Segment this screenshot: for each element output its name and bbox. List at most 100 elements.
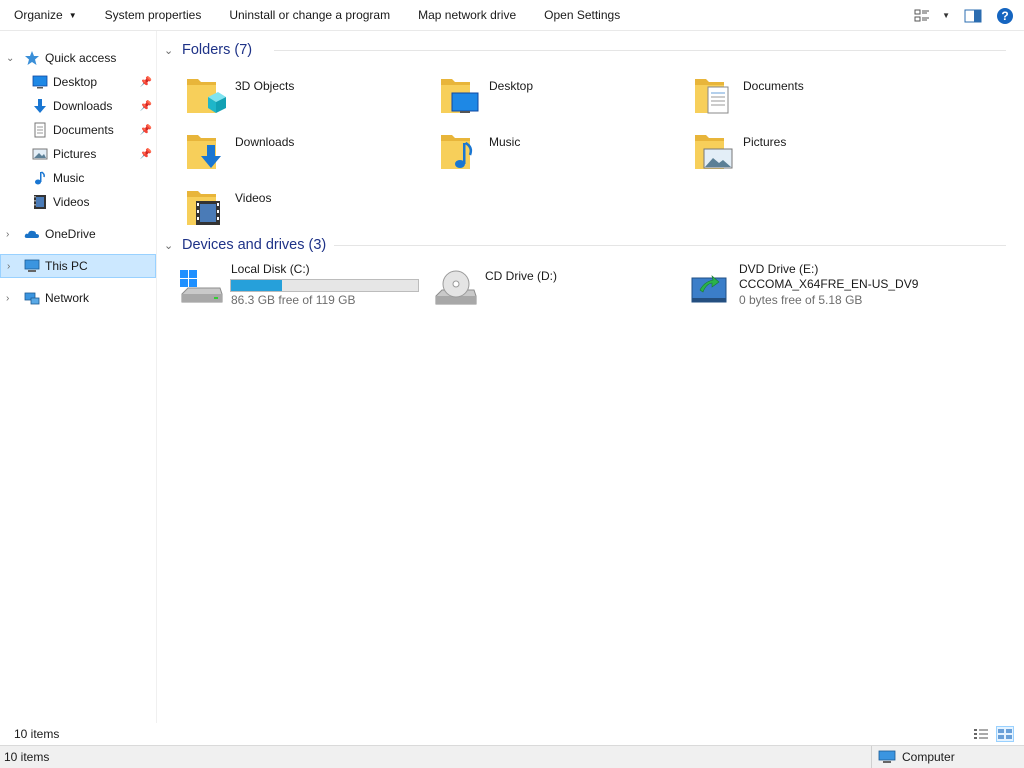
folders-group-title: Folders (7) <box>182 42 253 58</box>
chevron-right-icon[interactable]: › <box>6 229 16 240</box>
chevron-down-icon[interactable]: ⌄ <box>164 239 180 252</box>
nav-label-quick-access: Quick access <box>45 51 117 65</box>
nav-label-documents: Documents <box>53 123 114 137</box>
system-properties-button[interactable]: System properties <box>91 0 216 31</box>
folder-label: Documents <box>743 79 804 93</box>
pin-icon[interactable]: 📌 <box>140 125 152 136</box>
videos-icon <box>34 195 46 209</box>
drive-name: CD Drive (D:) <box>485 269 557 283</box>
nav-item-desktop[interactable]: Desktop 📌 <box>0 70 156 94</box>
tiles-view-icon <box>998 729 1012 739</box>
window-status-bar: 10 items Computer <box>0 745 1024 768</box>
item-count: 10 items <box>14 727 60 741</box>
nav-network[interactable]: › Network <box>0 286 156 310</box>
local-disk-icon <box>180 270 223 303</box>
folder-tile-downloads[interactable]: Downloads <box>164 125 414 177</box>
nav-label-pictures: Pictures <box>53 147 97 161</box>
nav-label-network: Network <box>45 291 90 305</box>
folder-label: Pictures <box>743 135 787 149</box>
open-settings-button[interactable]: Open Settings <box>530 0 634 31</box>
chevron-down-icon[interactable]: ⌄ <box>6 53 16 64</box>
change-view-button[interactable]: ▼ <box>914 9 950 23</box>
organize-label: Organize <box>14 8 63 22</box>
folder-3d-objects-icon <box>187 79 226 113</box>
folder-tile-videos[interactable]: Videos <box>164 181 414 233</box>
nav-quick-access[interactable]: ⌄ Quick access <box>0 46 156 70</box>
nav-onedrive[interactable]: › OneDrive <box>0 222 156 246</box>
system-properties-label: System properties <box>104 8 202 22</box>
downloads-icon <box>34 99 46 113</box>
nav-item-videos[interactable]: Videos <box>0 190 156 214</box>
nav-label-videos: Videos <box>53 195 90 209</box>
folder-tile-music[interactable]: Music <box>418 125 668 177</box>
drive-name: DVD Drive (E:) <box>739 262 819 276</box>
details-view-icon <box>974 729 988 739</box>
this-pc-icon <box>24 259 40 272</box>
folders-group-header[interactable]: ⌄ Folders (7) <box>164 39 1014 61</box>
nav-item-pictures[interactable]: Pictures 📌 <box>0 142 156 166</box>
nav-item-music[interactable]: Music <box>0 166 156 190</box>
drive-volume-label: CCCOMA_X64FRE_EN-US_DV9 <box>739 277 919 291</box>
chevron-down-icon: ▼ <box>68 10 77 20</box>
star-icon <box>25 51 39 65</box>
drive-tile-local-disk-c[interactable]: Local Disk (C:) 86.3 GB free of 119 GB <box>160 262 419 314</box>
command-bar: Organize ▼ System properties Uninstall o… <box>0 0 1024 31</box>
drive-name: Local Disk (C:) <box>231 262 310 276</box>
pictures-icon <box>32 148 48 160</box>
folder-tile-3d-objects[interactable]: 3D Objects <box>164 69 414 121</box>
onedrive-icon <box>24 230 39 238</box>
folder-downloads-icon <box>187 135 221 169</box>
nav-label-music: Music <box>53 171 85 185</box>
group-divider <box>274 50 1006 51</box>
folder-label: Music <box>489 135 521 149</box>
folder-music-icon <box>441 135 473 169</box>
cd-drive-icon <box>435 270 477 305</box>
help-button[interactable]: ? <box>996 7 1014 25</box>
folder-desktop-icon <box>441 79 479 113</box>
tiles-view-button[interactable] <box>996 726 1014 742</box>
drive-free-space: 0 bytes free of 5.18 GB <box>739 293 863 307</box>
chevron-right-icon[interactable]: › <box>7 261 17 272</box>
organize-button[interactable]: Organize ▼ <box>0 0 91 31</box>
chevron-down-icon[interactable]: ⌄ <box>164 44 180 57</box>
drive-tile-dvd-drive-e[interactable]: DVD Drive (E:) CCCOMA_X64FRE_EN-US_DV9 0… <box>668 262 922 314</box>
map-network-drive-button[interactable]: Map network drive <box>404 0 530 31</box>
pin-icon[interactable]: 📌 <box>140 77 152 88</box>
preview-pane-button[interactable] <box>964 9 982 23</box>
folder-tile-pictures[interactable]: Pictures <box>672 125 922 177</box>
uninstall-program-button[interactable]: Uninstall or change a program <box>215 0 404 31</box>
nav-item-downloads[interactable]: Downloads 📌 <box>0 94 156 118</box>
folder-tile-documents[interactable]: Documents <box>672 69 922 121</box>
nav-item-documents[interactable]: Documents 📌 <box>0 118 156 142</box>
view-switcher <box>972 726 1014 742</box>
folder-documents-icon <box>695 79 729 114</box>
svg-text:?: ? <box>1001 9 1008 23</box>
change-view-icon <box>914 9 930 21</box>
content-pane: ⌄ Folders (7) 3D Objects Desktop Documen… <box>160 31 1024 723</box>
folder-label: Videos <box>235 191 272 205</box>
folder-tile-desktop[interactable]: Desktop <box>418 69 668 121</box>
group-divider <box>334 245 1006 246</box>
dvd-drive-icon <box>691 275 727 303</box>
details-view-button[interactable] <box>972 726 990 742</box>
uninstall-program-label: Uninstall or change a program <box>229 8 391 22</box>
map-network-drive-label: Map network drive <box>418 8 517 22</box>
documents-icon <box>34 122 46 138</box>
devices-group-header[interactable]: ⌄ Devices and drives (3) <box>164 234 1014 256</box>
music-icon <box>35 171 45 185</box>
chevron-right-icon[interactable]: › <box>6 293 16 304</box>
nav-label-this-pc: This PC <box>45 259 88 273</box>
window-item-count: 10 items <box>4 750 50 764</box>
folder-label: Downloads <box>235 135 295 149</box>
preview-pane-icon <box>964 9 982 22</box>
desktop-icon <box>32 75 48 89</box>
pin-icon[interactable]: 📌 <box>140 149 152 160</box>
nav-this-pc[interactable]: › This PC <box>0 254 156 278</box>
computer-icon <box>878 750 896 763</box>
folder-videos-icon <box>187 191 220 225</box>
navigation-pane: ⌄ Quick access Desktop 📌 Downloads 📌 Doc… <box>0 31 157 723</box>
view-dropdown-icon[interactable]: ▼ <box>942 11 950 20</box>
pin-icon[interactable]: 📌 <box>140 101 152 112</box>
drive-tile-cd-drive-d[interactable]: CD Drive (D:) <box>414 262 668 314</box>
drive-usage-bar <box>230 279 419 292</box>
